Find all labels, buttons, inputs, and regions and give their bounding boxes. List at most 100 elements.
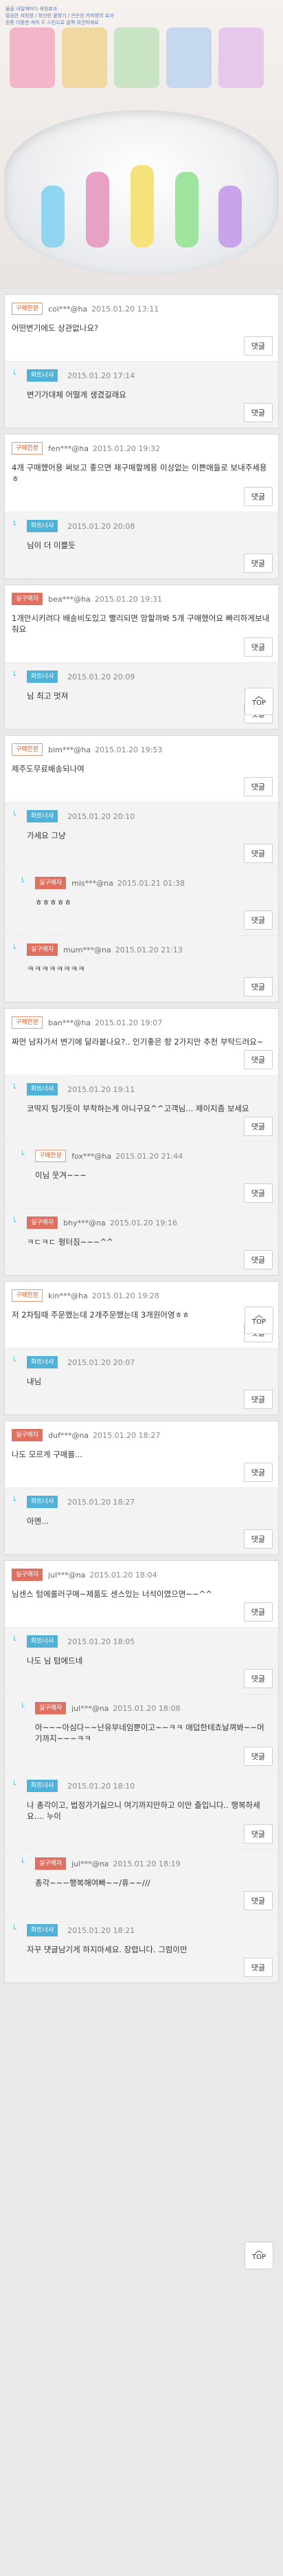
comment-item: 구매한분 fen***@ha 2015.01.20 19:32 4개 구매했어용 써보… xyxy=(5,435,278,512)
top-button[interactable]: ︿ TOP xyxy=(245,1307,273,1334)
post-date: 2015.01.20 18:05 xyxy=(67,1637,135,1646)
post-date: 2015.01.20 20:10 xyxy=(67,811,135,821)
reply-button[interactable]: 댓글 xyxy=(243,1183,273,1203)
reply-button[interactable]: 댓글 xyxy=(243,487,273,506)
post-content: 실구매자 jul***@na 2015.01.20 18:08 아~~~아심다~~난유… xyxy=(35,1701,271,1744)
reply-arrow-icon: └ xyxy=(12,1925,16,1934)
reply-button[interactable]: 댓글 xyxy=(243,910,273,930)
reply-button[interactable]: 댓글 xyxy=(243,1602,273,1622)
comment-thread: 구매한분 fen***@ha 2015.01.20 19:32 4개 구매했어용 써보… xyxy=(4,434,279,579)
reply-button[interactable]: 댓글 xyxy=(243,1463,273,1482)
post-content: 화트너샤 2015.01.20 17:14 변기가대체 어떨게 생겼길래요 xyxy=(27,369,271,400)
reply-button[interactable]: 댓글 xyxy=(243,1747,273,1766)
post-text: 저 2차팀때 주문했는데 2개주문했는데 3개원어영ㅎㅎ xyxy=(12,1310,190,1320)
reply-button[interactable]: 댓글 xyxy=(243,554,273,573)
post-content: 구매한분 fox***@ha 2015.01.20 21:44 이님 웃겨~~~ xyxy=(35,1149,271,1181)
post-date: 2015.01.20 18:10 xyxy=(67,1781,135,1791)
comment-list: 구매한분 col***@ha 2015.01.20 13:11 어떤변기에도 상관없나… xyxy=(0,294,283,1983)
post-date: 2015.01.20 20:09 xyxy=(67,672,135,681)
post-date: 2015.01.20 17:14 xyxy=(67,371,135,380)
post-content: 실구매자 jul***@na 2015.01.20 18:19 총각~~~행복해여빠~… xyxy=(35,1857,271,1888)
post-content: 화트너샤 2015.01.20 18:10 나 총각이고, 법정가기싫으니 여기까지… xyxy=(27,1779,271,1822)
post-content: 실구매자 duf***@na 2015.01.20 18:27 나도 모르게 구매를.… xyxy=(12,1428,271,1460)
post-date: 2015.01.20 21:13 xyxy=(115,945,183,954)
reply-item: └ 화트너샤 2015.01.20 18:10 나 총각이고, 법정가기싫으니 여기까… xyxy=(5,1772,278,1850)
post-meta: 2015.01.20 18:27 xyxy=(63,1498,135,1507)
reply-item: └ 화트너샤 2015.01.20 19:11 코딱지 팅기듯이 부착하는게 아니구요… xyxy=(5,1076,278,1142)
post-text: 가세요 그냥 xyxy=(27,831,66,840)
post-header: 실구매자 jul***@na 2015.01.20 18:04 xyxy=(12,1568,271,1582)
post-date: 2015.01.20 19:53 xyxy=(95,745,163,754)
post-date: 2015.01.20 19:07 xyxy=(95,1018,163,1027)
post-content: 화트너샤 2015.01.20 20:10 가세요 그냥 xyxy=(27,809,271,841)
post-content: 실구매자 bhy***@na 2015.01.20 19:16 ㅋㄷㅋㄷ 펑터짐~~~… xyxy=(27,1216,271,1247)
reply-arrow-icon: └ xyxy=(20,877,25,886)
user-tag-badge: 화트너샤 xyxy=(27,1924,58,1936)
reply-button[interactable]: 댓글 xyxy=(243,403,273,422)
post-meta: kin***@ha 2015.01.20 19:28 xyxy=(48,1291,159,1300)
user-id: jul***@na xyxy=(71,1859,109,1868)
comment-thread: 구매한분 bim***@ha 2015.01.20 19:53 제주도무료배송되나여 댓… xyxy=(4,735,279,1003)
comment-thread: 구매한분 ban***@ha 2015.01.20 19:07 짜먼 남자가서 변기에… xyxy=(4,1008,279,1276)
user-id: bea***@ha xyxy=(48,594,91,604)
post-header: 실구매자 duf***@na 2015.01.20 18:27 xyxy=(12,1428,271,1442)
reply-button[interactable]: 댓글 xyxy=(243,1117,273,1136)
reply-button[interactable]: 댓글 xyxy=(243,777,273,796)
post-content: 실구매자 mum***@na 2015.01.20 21:13 ㅋㅋㅋㅋㅋㅋㅋㅋ xyxy=(27,943,271,974)
user-tag-badge: 화트너샤 xyxy=(27,1083,58,1095)
reply-button[interactable]: 댓글 xyxy=(243,1390,273,1409)
user-tag-badge: 구매한분 xyxy=(35,1150,67,1162)
post-meta: 2015.01.20 20:08 xyxy=(63,522,135,531)
reply-button[interactable]: 댓글 xyxy=(243,844,273,863)
reply-arrow-icon: └ xyxy=(12,1496,16,1505)
reply-arrow-icon: └ xyxy=(12,944,16,953)
comment-item: 실구매자 jul***@na 2015.01.20 18:04 님센스 텀에롤러구매~… xyxy=(5,1561,278,1628)
top-button[interactable]: ︿ TOP xyxy=(245,688,273,715)
user-tag-badge: 화트너샤 xyxy=(27,520,58,532)
post-date: 2015.01.20 19:31 xyxy=(94,594,163,604)
reply-item: └ 화트너샤 2015.01.20 20:08 님이 더 이쁠듯 댓글 xyxy=(5,512,278,578)
post-content: 화트너샤 2015.01.20 20:07 내님 xyxy=(27,1355,271,1387)
reply-arrow-icon: └ xyxy=(20,1858,25,1867)
post-text: 님이 더 이쁠듯 xyxy=(27,541,76,550)
reply-button[interactable]: 댓글 xyxy=(243,1958,273,1977)
banner-bullets: 물을 내릴때마다 세정효과 말끔한 세정향 / 청산한 물향기 / 은은한 카피… xyxy=(5,6,114,26)
post-content: 구매한분 ban***@ha 2015.01.20 19:07 짜먼 남자가서 변기에… xyxy=(12,1016,271,1047)
reply-button[interactable]: 댓글 xyxy=(243,1891,273,1910)
post-text: 나도 모르게 구매를... xyxy=(12,1450,82,1459)
product-banner: 물을 내릴때마다 세정효과 말끔한 세정향 / 청산한 물향기 / 은은한 카피… xyxy=(0,0,283,289)
comment-item: 구매한분 bim***@ha 2015.01.20 19:53 제주도무료배송되나여 댓… xyxy=(5,736,278,803)
reply-button[interactable]: 댓글 xyxy=(243,637,273,657)
post-meta: fen***@ha 2015.01.20 19:32 xyxy=(48,444,160,453)
post-header: 화트너샤 2015.01.20 18:27 xyxy=(27,1495,271,1509)
reply-button[interactable]: 댓글 xyxy=(243,1824,273,1844)
top-button-label: TOP xyxy=(251,699,266,707)
gel-drop-pink xyxy=(86,172,109,248)
reply-button[interactable]: 댓글 xyxy=(243,1050,273,1069)
banner-bullet: 말끔한 세정향 / 청산한 물향기 / 은은한 카피향의 효과 xyxy=(5,13,114,19)
user-tag-badge: 실구매자 xyxy=(12,593,43,605)
post-meta: mum***@na 2015.01.20 21:13 xyxy=(63,946,183,954)
post-text: 총각~~~행복해여빠~~/휴~~/// xyxy=(35,1878,150,1888)
reply-button[interactable]: 댓글 xyxy=(243,1529,273,1549)
reply-button[interactable]: 댓글 xyxy=(243,1669,273,1688)
post-meta: 2015.01.20 20:10 xyxy=(63,812,135,821)
gel-drop-blue xyxy=(41,186,65,248)
comment-thread: 구매한분 kin***@ha 2015.01.20 19:28 저 2차팀때 주문했는… xyxy=(4,1281,279,1415)
reply-button[interactable]: 댓글 xyxy=(243,336,273,356)
post-text: 나 총각이고, 법정가기싫으니 여기까지만하고 이만 즐입니다.. 행복하세요.… xyxy=(27,1800,260,1821)
user-tag-badge: 실구매자 xyxy=(35,877,67,889)
reply-arrow-icon: └ xyxy=(12,1357,16,1366)
post-meta: duf***@na 2015.01.20 18:27 xyxy=(48,1431,160,1440)
post-meta: 2015.01.20 20:09 xyxy=(63,673,135,681)
post-header: 화트너샤 2015.01.20 18:10 xyxy=(27,1779,271,1793)
top-button[interactable]: ︿ TOP xyxy=(245,2242,273,2269)
user-tag-badge: 구매한분 xyxy=(12,1016,43,1029)
reply-button[interactable]: 댓글 xyxy=(243,977,273,996)
top-button-label: TOP xyxy=(251,2253,266,2261)
comment-item: 구매한분 kin***@ha 2015.01.20 19:28 저 2차팀때 주문했는… xyxy=(5,1282,278,1349)
post-meta: bim***@ha 2015.01.20 19:53 xyxy=(48,745,162,754)
post-date: 2015.01.20 18:27 xyxy=(93,1430,161,1440)
reply-arrow-icon: └ xyxy=(12,671,16,680)
reply-button[interactable]: 댓글 xyxy=(243,1250,273,1269)
